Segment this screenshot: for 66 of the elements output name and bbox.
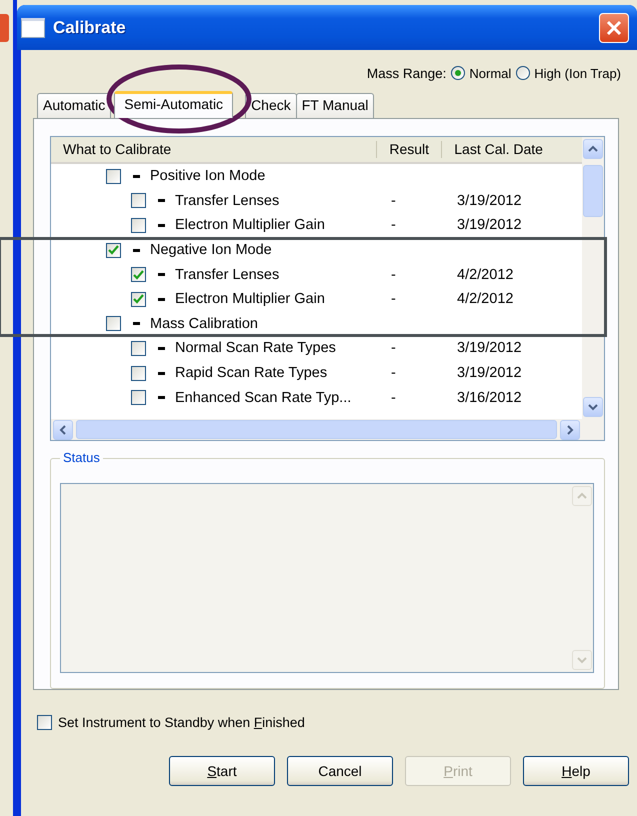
- scroll-left-button[interactable]: [53, 420, 73, 440]
- chevron-icon: [59, 424, 67, 435]
- column-header[interactable]: What to Calibrate: [63, 141, 172, 157]
- result-cell: -: [391, 390, 396, 406]
- window-title: Calibrate: [53, 18, 127, 38]
- tree-item-label[interactable]: Positive Ion Mode: [150, 168, 266, 184]
- chevron-icon: [577, 656, 587, 664]
- checkbox[interactable]: [106, 316, 121, 332]
- scroll-up-button[interactable]: [583, 139, 603, 159]
- dialog-button[interactable]: Cancel: [287, 756, 393, 786]
- checkbox[interactable]: [131, 267, 146, 282]
- chevron-icon: [566, 424, 574, 435]
- close-icon: [606, 20, 622, 36]
- result-cell: -: [391, 340, 396, 356]
- scrollbar-thumb[interactable]: [76, 420, 557, 440]
- date-cell-text: 3/19/2012: [456, 217, 522, 234]
- date-cell-text: 3/19/2012: [456, 340, 522, 356]
- scroll-right-button[interactable]: [560, 420, 580, 440]
- dialog-button[interactable]: Help: [523, 756, 629, 786]
- result-cell: -: [391, 192, 396, 209]
- close-button[interactable]: [599, 12, 629, 42]
- tab[interactable]: FT Manual: [296, 93, 374, 118]
- column-header[interactable]: Last Cal. Date: [454, 141, 543, 157]
- checkbox[interactable]: [131, 292, 146, 307]
- column-header[interactable]: Result: [389, 141, 430, 157]
- radio-option[interactable]: High (Ion Trap): [516, 66, 621, 80]
- tree-item-label[interactable]: Transfer Lenses: [175, 266, 280, 283]
- result-cell: -: [391, 291, 396, 308]
- chevron-icon: [588, 145, 598, 153]
- window-icon: [21, 18, 45, 38]
- radio-option[interactable]: Normal: [451, 66, 512, 80]
- date-cell-text: 3/19/2012: [456, 192, 522, 209]
- checkbox-label[interactable]: Set Instrument to Standby when Finished: [58, 715, 305, 730]
- result-cell: -: [391, 365, 396, 382]
- checkbox[interactable]: [131, 390, 146, 406]
- checkbox[interactable]: [106, 242, 121, 258]
- chevron-icon: [588, 403, 598, 412]
- checkbox[interactable]: [131, 340, 146, 356]
- tree-item-label[interactable]: Negative Ion Mode: [150, 242, 272, 258]
- tree-item-label[interactable]: Enhanced Scan Rate Typ...: [175, 390, 352, 406]
- result-cell: -: [391, 217, 396, 234]
- checkbox[interactable]: [131, 193, 146, 208]
- dialog-button[interactable]: Start: [169, 756, 275, 786]
- checkbox[interactable]: [106, 168, 121, 184]
- scrollbar-thumb[interactable]: [583, 165, 603, 217]
- checkbox[interactable]: [37, 715, 52, 730]
- group-label: Status: [60, 450, 103, 466]
- result-cell: -: [391, 266, 396, 283]
- checkbox[interactable]: [131, 218, 146, 233]
- date-cell-text: 4/2/2012: [456, 266, 514, 283]
- scroll-down-button[interactable]: [583, 397, 603, 418]
- tab[interactable]: Semi-Automatic: [114, 91, 234, 118]
- mass-range-label: Mass Range:: [366, 66, 446, 80]
- date-cell-text: 3/16/2012: [456, 390, 522, 406]
- tree-item-label[interactable]: Normal Scan Rate Types: [175, 340, 336, 356]
- tree-item-label[interactable]: Rapid Scan Rate Types: [175, 365, 328, 382]
- date-cell-text: 4/2/2012: [456, 291, 514, 308]
- tree-item-label[interactable]: Transfer Lenses: [175, 192, 280, 209]
- tree-item-label[interactable]: Electron Multiplier Gain: [175, 291, 325, 308]
- date-cell-text: 3/19/2012: [456, 365, 522, 382]
- chevron-icon: [577, 492, 587, 500]
- tab[interactable]: Automatic: [37, 93, 112, 118]
- checkbox[interactable]: [131, 366, 146, 381]
- tree-item-label[interactable]: Mass Calibration: [150, 316, 258, 332]
- tab[interactable]: Check: [245, 93, 297, 118]
- tree-item-label[interactable]: Electron Multiplier Gain: [175, 217, 325, 234]
